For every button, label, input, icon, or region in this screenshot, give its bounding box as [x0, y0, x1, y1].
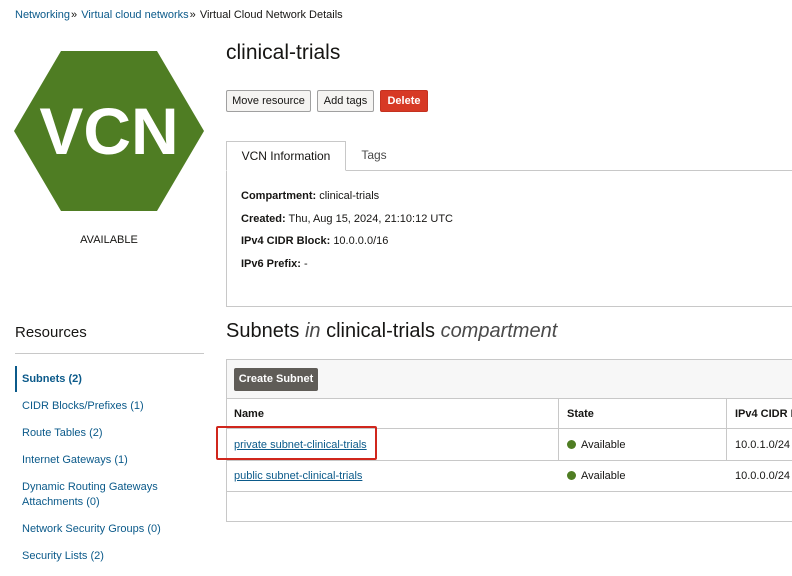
subnets-heading-in: in	[304, 320, 321, 342]
create-subnet-button[interactable]: Create Subnet	[234, 368, 318, 391]
tab-vcn-information[interactable]: VCN Information	[226, 141, 346, 171]
subnet-state-label: Available	[581, 439, 626, 451]
vcn-badge-label: VCN	[39, 94, 178, 168]
subnet-name-link[interactable]: public subnet-clinical-trials	[234, 470, 362, 482]
subnet-state-label: Available	[581, 470, 626, 482]
info-ipv6: IPv6 Prefix: -	[241, 258, 308, 270]
vcn-badge: VCN	[14, 51, 204, 211]
highlight-box	[216, 426, 377, 460]
breadcrumb: Networking» Virtual cloud networks» Virt…	[15, 9, 343, 21]
breadcrumb-separator: »	[189, 9, 196, 21]
info-created-value: Thu, Aug 15, 2024, 21:10:12 UTC	[288, 213, 453, 225]
subnets-heading-main: Subnets	[226, 320, 300, 342]
subnet-cidr: 10.0.0.0/24	[735, 470, 791, 482]
page-title: clinical-trials	[226, 41, 341, 64]
breadcrumb-networking[interactable]: Networking	[15, 9, 70, 21]
resource-network-security-groups[interactable]: Network Security Groups (0)	[22, 522, 202, 537]
active-indicator	[15, 366, 17, 392]
column-divider	[726, 429, 727, 460]
resources-title: Resources	[15, 324, 87, 341]
resource-subnets[interactable]: Subnets (2)	[22, 372, 202, 387]
subnets-heading-compartment: clinical-trials	[326, 320, 435, 342]
info-ipv4-label: IPv4 CIDR Block:	[241, 235, 331, 247]
info-created-label: Created:	[241, 213, 286, 225]
info-compartment: Compartment: clinical-trials	[241, 190, 379, 202]
resources-divider	[15, 353, 204, 354]
info-compartment-value: clinical-trials	[319, 190, 380, 202]
table-header	[227, 398, 792, 429]
table-row: public subnet-clinical-trials	[234, 470, 362, 482]
tab-tags[interactable]: Tags	[346, 141, 402, 171]
resource-security-lists[interactable]: Security Lists (2)	[22, 549, 202, 564]
resource-cidr-blocks[interactable]: CIDR Blocks/Prefixes (1)	[22, 399, 202, 414]
column-state[interactable]: State	[567, 408, 594, 420]
subnet-state: Available	[567, 439, 625, 451]
move-resource-button[interactable]: Move resource	[226, 90, 311, 112]
add-tags-button[interactable]: Add tags	[317, 90, 374, 112]
available-status-icon	[567, 471, 576, 480]
lifecycle-status: AVAILABLE	[80, 234, 138, 246]
resource-internet-gateways[interactable]: Internet Gateways (1)	[22, 453, 202, 468]
subnets-heading: Subnets in clinical-trials compartment	[226, 320, 557, 343]
resource-route-tables[interactable]: Route Tables (2)	[22, 426, 202, 441]
column-divider	[558, 398, 559, 429]
row-divider	[227, 460, 792, 461]
subnet-state: Available	[567, 470, 625, 482]
info-ipv6-value: -	[303, 258, 308, 270]
info-ipv4-value: 10.0.0.0/16	[333, 235, 389, 247]
resource-drg-attachments[interactable]: Dynamic Routing Gateways Attachments (0)	[22, 480, 172, 510]
column-divider	[726, 398, 727, 429]
subnets-heading-suffix: compartment	[440, 320, 558, 342]
subnet-cidr: 10.0.1.0/24	[735, 439, 791, 451]
available-status-icon	[567, 440, 576, 449]
info-ipv6-label: IPv6 Prefix:	[241, 258, 301, 270]
breadcrumb-separator: »	[71, 9, 78, 21]
info-compartment-label: Compartment:	[241, 190, 317, 202]
info-created: Created: Thu, Aug 15, 2024, 21:10:12 UTC	[241, 213, 453, 225]
column-name[interactable]: Name	[234, 408, 264, 420]
column-divider	[558, 429, 559, 460]
info-ipv4: IPv4 CIDR Block: 10.0.0.0/16	[241, 235, 388, 247]
delete-button[interactable]: Delete	[380, 90, 428, 112]
breadcrumb-current: Virtual Cloud Network Details	[199, 9, 343, 21]
vcn-hexagon-icon: VCN	[14, 51, 204, 211]
row-divider	[227, 491, 792, 492]
column-ipv4-cidr[interactable]: IPv4 CIDR B	[735, 408, 792, 420]
breadcrumb-virtual-cloud-networks[interactable]: Virtual cloud networks	[81, 9, 188, 21]
